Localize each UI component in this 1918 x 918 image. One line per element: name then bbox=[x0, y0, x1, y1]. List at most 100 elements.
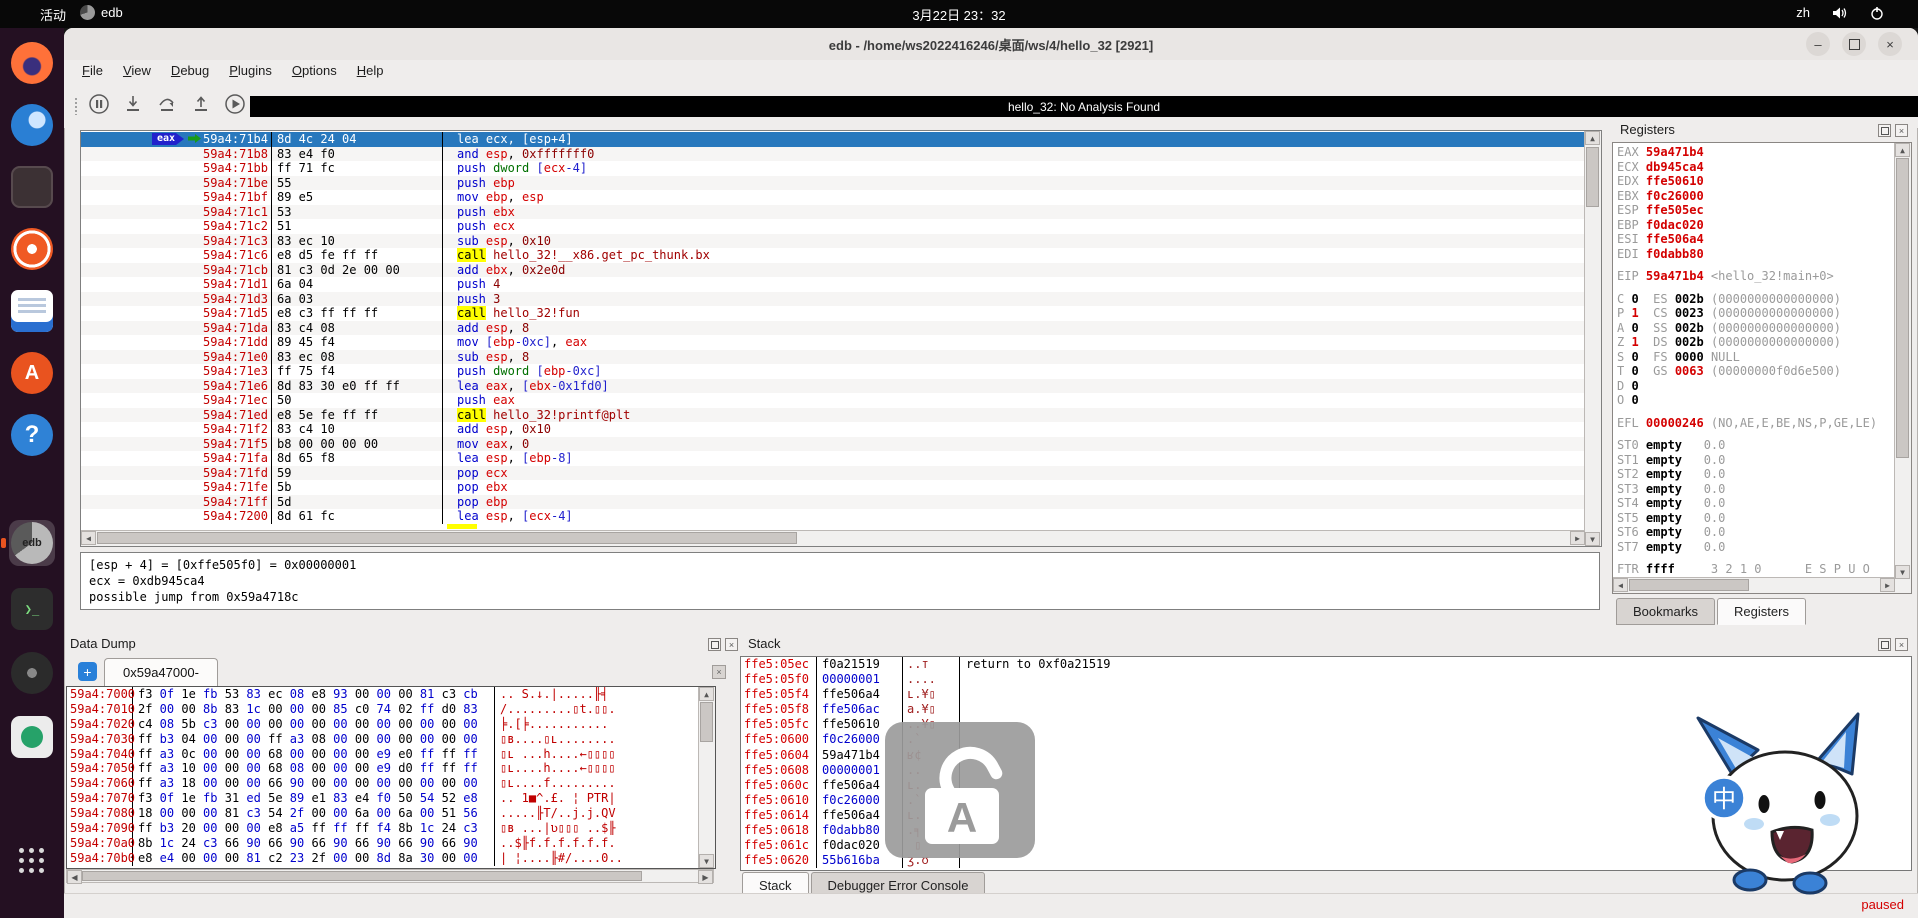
register-row[interactable]: ST6 empty 0.0 bbox=[1617, 525, 1895, 540]
dock-item-terminal[interactable]: ❯_ bbox=[9, 586, 55, 632]
add-dump-tab-button[interactable]: + bbox=[78, 662, 97, 681]
dock-item-text-editor[interactable] bbox=[9, 164, 55, 210]
dock-item-thunderbird[interactable] bbox=[9, 102, 55, 148]
menu-item-options[interactable]: Options bbox=[282, 60, 347, 83]
stack-row[interactable]: ffe5:05f000000001.... bbox=[741, 672, 1911, 687]
disasm-row[interactable]: 59a4:71fe5bpop ebx bbox=[81, 480, 1585, 495]
register-row[interactable]: ST0 empty 0.0 bbox=[1617, 438, 1895, 453]
close-panel-icon[interactable]: × bbox=[1895, 124, 1908, 137]
dock-item-libreoffice-writer[interactable] bbox=[9, 288, 55, 334]
menu-item-view[interactable]: View bbox=[113, 60, 161, 83]
dock-item-ubuntu-software[interactable]: A bbox=[9, 350, 55, 396]
register-row[interactable]: ST3 empty 0.0 bbox=[1617, 482, 1895, 497]
disassembly-view[interactable]: eax59a4:71b48d 4c 24 04lea ecx, [esp+4] 5… bbox=[80, 130, 1602, 547]
stack-panel-buttons[interactable]: × bbox=[1878, 638, 1908, 651]
dump-row[interactable]: 59a4:7020c4 08 5b c3 00 00 00 00 00 00 0… bbox=[67, 717, 699, 732]
dock-item-settings[interactable] bbox=[9, 714, 55, 760]
dump-row[interactable]: 59a4:7070f3 0f 1e fb 31 ed 5e 89 e1 83 e… bbox=[67, 791, 699, 806]
dock-item-help[interactable]: ? bbox=[9, 412, 55, 458]
step-out-button[interactable] bbox=[188, 91, 214, 117]
disasm-row[interactable]: 59a4:71ff5dpop ebp bbox=[81, 495, 1585, 510]
register-row[interactable]: EDX ffe50610 bbox=[1617, 174, 1895, 189]
disasm-row[interactable]: 59a4:71fd59pop ecx bbox=[81, 466, 1585, 481]
hex-dump-table[interactable]: 59a4:7000f3 0f 1e fb 53 83 ec 08 e8 93 0… bbox=[66, 686, 716, 869]
dump-vscrollbar[interactable]: ▲ ▼ bbox=[698, 687, 715, 868]
register-row[interactable]: S 0 FS 0000 NULL bbox=[1617, 350, 1895, 365]
disasm-row[interactable]: 59a4:71bf89 e5mov ebp, esp bbox=[81, 190, 1585, 205]
disassembly-vscrollbar[interactable]: ▲ ▼ bbox=[1584, 131, 1601, 546]
register-row[interactable]: ST1 empty 0.0 bbox=[1617, 453, 1895, 468]
clock[interactable]: 3月22日 23：32 bbox=[912, 5, 1005, 24]
close-panel-icon[interactable]: × bbox=[725, 638, 738, 651]
step-over-button[interactable] bbox=[154, 91, 180, 117]
disasm-row[interactable]: 59a4:71e3ff 75 f4push dword [ebp-0xc] bbox=[81, 364, 1585, 379]
register-row[interactable]: EIP 59a471b4 <hello_32!main+0> bbox=[1617, 269, 1895, 284]
register-row[interactable]: FTR ffff 3 2 1 0 E S P U O bbox=[1617, 562, 1895, 577]
tab-registers[interactable]: Registers bbox=[1717, 598, 1806, 625]
disasm-row[interactable]: 59a4:71c383 ec 10sub esp, 0x10 bbox=[81, 234, 1585, 249]
close-button[interactable]: × bbox=[1878, 32, 1902, 56]
float-panel-icon[interactable] bbox=[708, 638, 721, 651]
disasm-row[interactable]: 59a4:71cb81 c3 0d 2e 00 00add ebx, 0x2e0… bbox=[81, 263, 1585, 278]
disasm-row[interactable]: 59a4:71c251push ecx bbox=[81, 219, 1585, 234]
register-row[interactable]: ESI ffe506a4 bbox=[1617, 232, 1895, 247]
stack-row[interactable]: ffe5:05f4ffe506a4ʟ.¥▯ bbox=[741, 687, 1911, 702]
focused-app-menu[interactable]: edb bbox=[80, 5, 123, 20]
dump-row[interactable]: 59a4:70b0e8 e4 00 00 00 81 c2 23 2f 00 0… bbox=[67, 851, 699, 866]
disasm-row[interactable]: 59a4:72008d 61 fclea esp, [ecx-4] bbox=[81, 509, 1585, 524]
close-panel-icon[interactable]: × bbox=[1895, 638, 1908, 651]
dump-row[interactable]: 59a4:70a08b 1c 24 c3 66 90 66 90 66 90 6… bbox=[67, 836, 699, 851]
step-into-button[interactable] bbox=[120, 91, 146, 117]
disassembly-hscrollbar[interactable]: ◀ ▶ bbox=[81, 530, 1585, 546]
float-panel-icon[interactable] bbox=[1878, 124, 1891, 137]
register-row[interactable]: ST2 empty 0.0 bbox=[1617, 467, 1895, 482]
disasm-row[interactable]: 59a4:71f5b8 00 00 00 00mov eax, 0 bbox=[81, 437, 1585, 452]
disasm-row[interactable]: 59a4:71bbff 71 fcpush dword [ecx-4] bbox=[81, 161, 1585, 176]
dump-row[interactable]: 59a4:7090ff b3 20 00 00 00 e8 a5 ff ff f… bbox=[67, 821, 699, 836]
data-dump-panel-buttons[interactable]: × bbox=[708, 638, 738, 651]
stack-row[interactable]: ffe5:05ecf0a21519..тreturn to 0xf0a21519 bbox=[741, 657, 1911, 672]
disasm-row[interactable]: 59a4:71d36a 03push 3 bbox=[81, 292, 1585, 307]
registers-vscrollbar[interactable]: ▲ ▼ bbox=[1894, 143, 1911, 593]
register-row[interactable]: ST4 empty 0.0 bbox=[1617, 496, 1895, 511]
dump-row[interactable]: 59a4:7060ff a3 18 00 00 00 66 90 00 00 0… bbox=[67, 776, 699, 791]
disasm-row[interactable]: 59a4:71f283 c4 10add esp, 0x10 bbox=[81, 422, 1585, 437]
disasm-row[interactable]: 59a4:71ede8 5e fe ff ffcall hello_32!pri… bbox=[81, 408, 1585, 423]
disasm-row[interactable]: eax59a4:71b48d 4c 24 04lea ecx, [esp+4] bbox=[81, 132, 1585, 147]
disasm-row[interactable]: 59a4:71da83 c4 08add esp, 8 bbox=[81, 321, 1585, 336]
register-row[interactable]: C 0 ES 002b (0000000000000000) bbox=[1617, 292, 1895, 307]
registers-hscrollbar[interactable]: ◀ ▶ bbox=[1613, 577, 1895, 593]
dump-row[interactable]: 59a4:7050ff a3 10 00 00 00 68 08 00 00 0… bbox=[67, 761, 699, 776]
dump-hscrollbar[interactable]: ◀ ▶ bbox=[66, 869, 714, 883]
tab-bookmarks[interactable]: Bookmarks bbox=[1616, 598, 1715, 625]
float-panel-icon[interactable] bbox=[1878, 638, 1891, 651]
disasm-row[interactable]: 59a4:71fa8d 65 f8lea esp, [ebp-8] bbox=[81, 451, 1585, 466]
dump-row[interactable]: 59a4:7040ff a3 0c 00 00 00 68 00 00 00 0… bbox=[67, 747, 699, 762]
system-tray[interactable]: zh bbox=[1796, 5, 1884, 20]
dock-item-rhythmbox[interactable] bbox=[9, 226, 55, 272]
register-row[interactable]: EBP f0dac020 bbox=[1617, 218, 1895, 233]
window-titlebar[interactable]: edb - /home/ws2022416246/桌面/ws/4/hello_3… bbox=[64, 28, 1918, 61]
register-row[interactable]: O 0 bbox=[1617, 393, 1895, 408]
register-row[interactable]: ST5 empty 0.0 bbox=[1617, 511, 1895, 526]
register-row[interactable]: Z 1 DS 002b (0000000000000000) bbox=[1617, 335, 1895, 350]
close-dump-tab-icon[interactable]: × bbox=[712, 665, 726, 679]
dock-item-firefox[interactable] bbox=[9, 40, 55, 86]
registers-panel-buttons[interactable]: × bbox=[1878, 124, 1908, 137]
disasm-row[interactable]: 59a4:71e68d 83 30 e0 ff fflea eax, [ebx-… bbox=[81, 379, 1585, 394]
dump-region-tab[interactable]: 0x59a47000-0x59a48000 bbox=[104, 658, 218, 686]
register-row[interactable]: D 0 bbox=[1617, 379, 1895, 394]
register-row[interactable]: A 0 SS 002b (0000000000000000) bbox=[1617, 321, 1895, 336]
dock-item-show-applications[interactable] bbox=[9, 838, 55, 884]
register-row[interactable]: ST7 empty 0.0 bbox=[1617, 540, 1895, 555]
register-row[interactable]: EDI f0dabb80 bbox=[1617, 247, 1895, 262]
dock-item-edb[interactable]: edb bbox=[9, 520, 55, 566]
register-row[interactable]: EBX f0c26000 bbox=[1617, 189, 1895, 204]
register-row[interactable]: ESP ffe505ec bbox=[1617, 203, 1895, 218]
dump-row[interactable]: 59a4:708018 00 00 00 81 c3 54 2f 00 00 6… bbox=[67, 806, 699, 821]
disasm-row[interactable]: 59a4:71d5e8 c3 ff ff ffcall hello_32!fun bbox=[81, 306, 1585, 321]
register-row[interactable]: EAX 59a471b4 bbox=[1617, 145, 1895, 160]
disasm-row[interactable]: 59a4:71d16a 04push 4 bbox=[81, 277, 1585, 292]
run-button[interactable] bbox=[222, 91, 248, 117]
registers-view[interactable]: EAX 59a471b4ECX db945ca4EDX ffe50610EBX … bbox=[1612, 142, 1912, 594]
